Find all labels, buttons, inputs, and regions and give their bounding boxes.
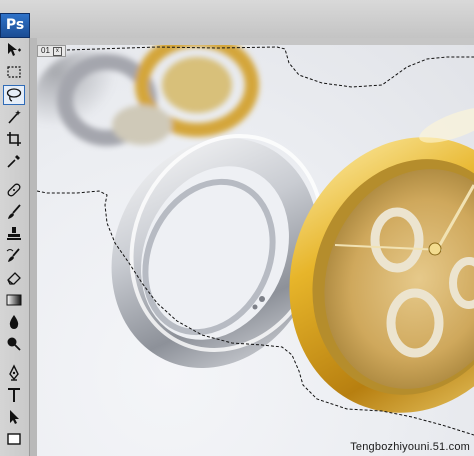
crop-tool[interactable] — [3, 129, 25, 149]
marquee-icon — [7, 66, 21, 78]
stamp-icon — [7, 227, 21, 240]
magic-wand-icon — [8, 110, 21, 124]
eyedropper-tool[interactable] — [3, 151, 25, 171]
drop-icon — [9, 315, 19, 329]
dodge-icon — [7, 337, 21, 351]
arrow-icon — [10, 410, 19, 424]
history-brush-icon — [6, 248, 20, 262]
move-icon — [8, 43, 21, 56]
gradient-icon — [6, 294, 22, 306]
rectangle-tool[interactable] — [3, 429, 25, 449]
type-icon — [8, 388, 20, 402]
image-canvas[interactable]: Tengbozhiyouni.51.com — [37, 45, 474, 456]
rectangle-icon — [7, 433, 21, 445]
type-tool[interactable] — [3, 385, 25, 405]
brush-tool[interactable] — [3, 202, 25, 222]
healing-brush-tool[interactable] — [3, 180, 25, 200]
crop-icon — [7, 132, 21, 146]
title-bar: Ps — [0, 0, 474, 38]
eraser-tool[interactable] — [3, 268, 25, 288]
watermark-text: Tengbozhiyouni.51.com — [350, 441, 470, 453]
history-brush-tool[interactable] — [3, 246, 25, 266]
photoshop-logo: Ps — [0, 13, 30, 38]
marquee-tool[interactable] — [3, 62, 25, 82]
brush-icon — [8, 204, 21, 219]
blur-tool[interactable] — [3, 312, 25, 332]
path-selection-tool[interactable] — [3, 407, 25, 427]
eyedropper-icon — [7, 155, 20, 168]
move-tool[interactable] — [3, 40, 25, 60]
document-tab[interactable]: 01 x — [37, 45, 66, 57]
gradient-tool[interactable] — [3, 290, 25, 310]
watch-photo — [37, 45, 474, 436]
document-tab-label: 01 — [41, 46, 50, 55]
eraser-icon — [7, 272, 21, 285]
clone-stamp-tool[interactable] — [3, 224, 25, 244]
close-icon[interactable]: x — [52, 46, 62, 56]
bandage-icon — [7, 183, 21, 197]
lasso-tool[interactable] — [3, 85, 25, 105]
lasso-icon — [6, 88, 22, 102]
dodge-tool[interactable] — [3, 334, 25, 354]
magic-wand-tool[interactable] — [3, 107, 25, 127]
tools-panel — [0, 38, 30, 456]
canvas-gutter — [30, 38, 37, 456]
pen-tool[interactable] — [3, 363, 25, 383]
pen-icon — [9, 364, 19, 381]
